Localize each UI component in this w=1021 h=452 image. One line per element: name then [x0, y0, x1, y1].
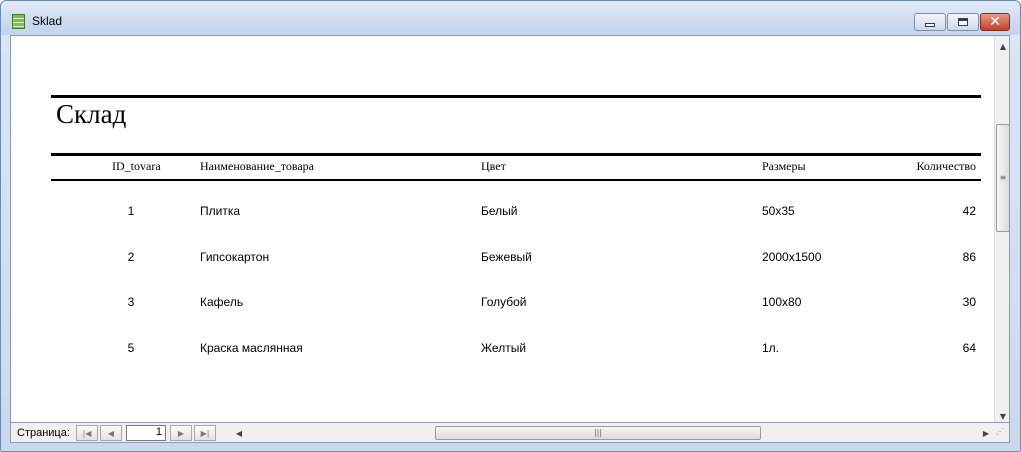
cell-quantity: 30 [962, 295, 976, 309]
cell-color: Желтый [481, 341, 527, 355]
prev-record-icon: ◀ [107, 428, 115, 438]
cell-quantity: 42 [962, 204, 976, 218]
report-page: Склад ID_tovara Наименование_товара Цвет… [11, 36, 994, 422]
scroll-left-icon[interactable]: ◀ [231, 425, 247, 441]
minimize-icon [925, 23, 935, 27]
last-page-button[interactable]: ▶| [194, 425, 216, 441]
cell-size: 50x35 [762, 204, 795, 218]
first-page-button[interactable]: |◀ [76, 425, 98, 441]
cell-name: Плитка [200, 204, 241, 218]
last-record-icon: ▶| [200, 428, 210, 438]
grip-icon: ≡ [999, 173, 1007, 182]
grip-icon: ||| [593, 428, 603, 437]
horizontal-scrollbar[interactable]: ◀ ||| ▶ [231, 425, 994, 441]
title-rule [51, 95, 981, 98]
maximize-button[interactable] [947, 13, 979, 31]
cell-name: Краска маслянная [200, 341, 303, 355]
report-view: Склад ID_tovara Наименование_товара Цвет… [10, 35, 1010, 423]
header-top-rule [51, 153, 981, 156]
next-record-icon: ▶ [177, 428, 185, 438]
scroll-up-icon[interactable]: ▲ [995, 38, 1009, 54]
cell-name: Кафель [200, 295, 244, 309]
cell-id: 1 [127, 204, 135, 218]
column-header-quantity: Количество [916, 159, 976, 173]
cell-id: 2 [127, 250, 135, 264]
cell-color: Бежевый [481, 250, 532, 264]
cell-color: Голубой [481, 295, 527, 309]
vertical-scrollbar[interactable]: ▲ ≡ ▼ [994, 36, 1009, 422]
cell-id: 3 [127, 295, 135, 309]
cell-color: Белый [481, 204, 518, 218]
window-title: Sklad [32, 14, 63, 28]
close-icon: ✕ [989, 14, 1001, 30]
table-icon [12, 14, 25, 29]
cell-quantity: 64 [962, 341, 976, 355]
title-bar[interactable]: Sklad ✕ [1, 1, 1020, 35]
resize-grip-icon[interactable]: ⋰ [996, 427, 1008, 439]
cell-size: 1л. [762, 341, 780, 355]
page-label: Страница: [17, 427, 70, 439]
minimize-button[interactable] [914, 13, 946, 31]
first-record-icon: |◀ [82, 428, 92, 438]
record-navigation-bar: Страница: |◀ ◀ 1 ▶ ▶| ◀ ||| ▶ ⋰ [10, 423, 1010, 443]
next-page-button[interactable]: ▶ [170, 425, 192, 441]
column-header-color: Цвет [481, 159, 506, 173]
maximize-icon [958, 18, 968, 26]
page-number-input[interactable]: 1 [126, 425, 166, 441]
cell-quantity: 86 [962, 250, 976, 264]
close-button[interactable]: ✕ [980, 13, 1010, 31]
column-header-id: ID_tovara [112, 159, 161, 173]
cell-id: 5 [127, 341, 135, 355]
cell-size: 100x80 [762, 295, 802, 309]
report-title: Склад [56, 99, 127, 129]
horizontal-scroll-thumb[interactable]: ||| [435, 426, 761, 440]
column-header-size: Размеры [762, 159, 806, 173]
cell-name: Гипсокартон [200, 250, 270, 264]
column-header-name: Наименование_товара [200, 159, 315, 173]
previous-page-button[interactable]: ◀ [100, 425, 122, 441]
scroll-down-icon[interactable]: ▼ [995, 408, 1009, 422]
vertical-scroll-thumb[interactable]: ≡ [996, 124, 1009, 232]
cell-size: 2000x1500 [762, 250, 822, 264]
header-bottom-rule [51, 179, 981, 181]
scroll-right-icon[interactable]: ▶ [978, 425, 994, 441]
